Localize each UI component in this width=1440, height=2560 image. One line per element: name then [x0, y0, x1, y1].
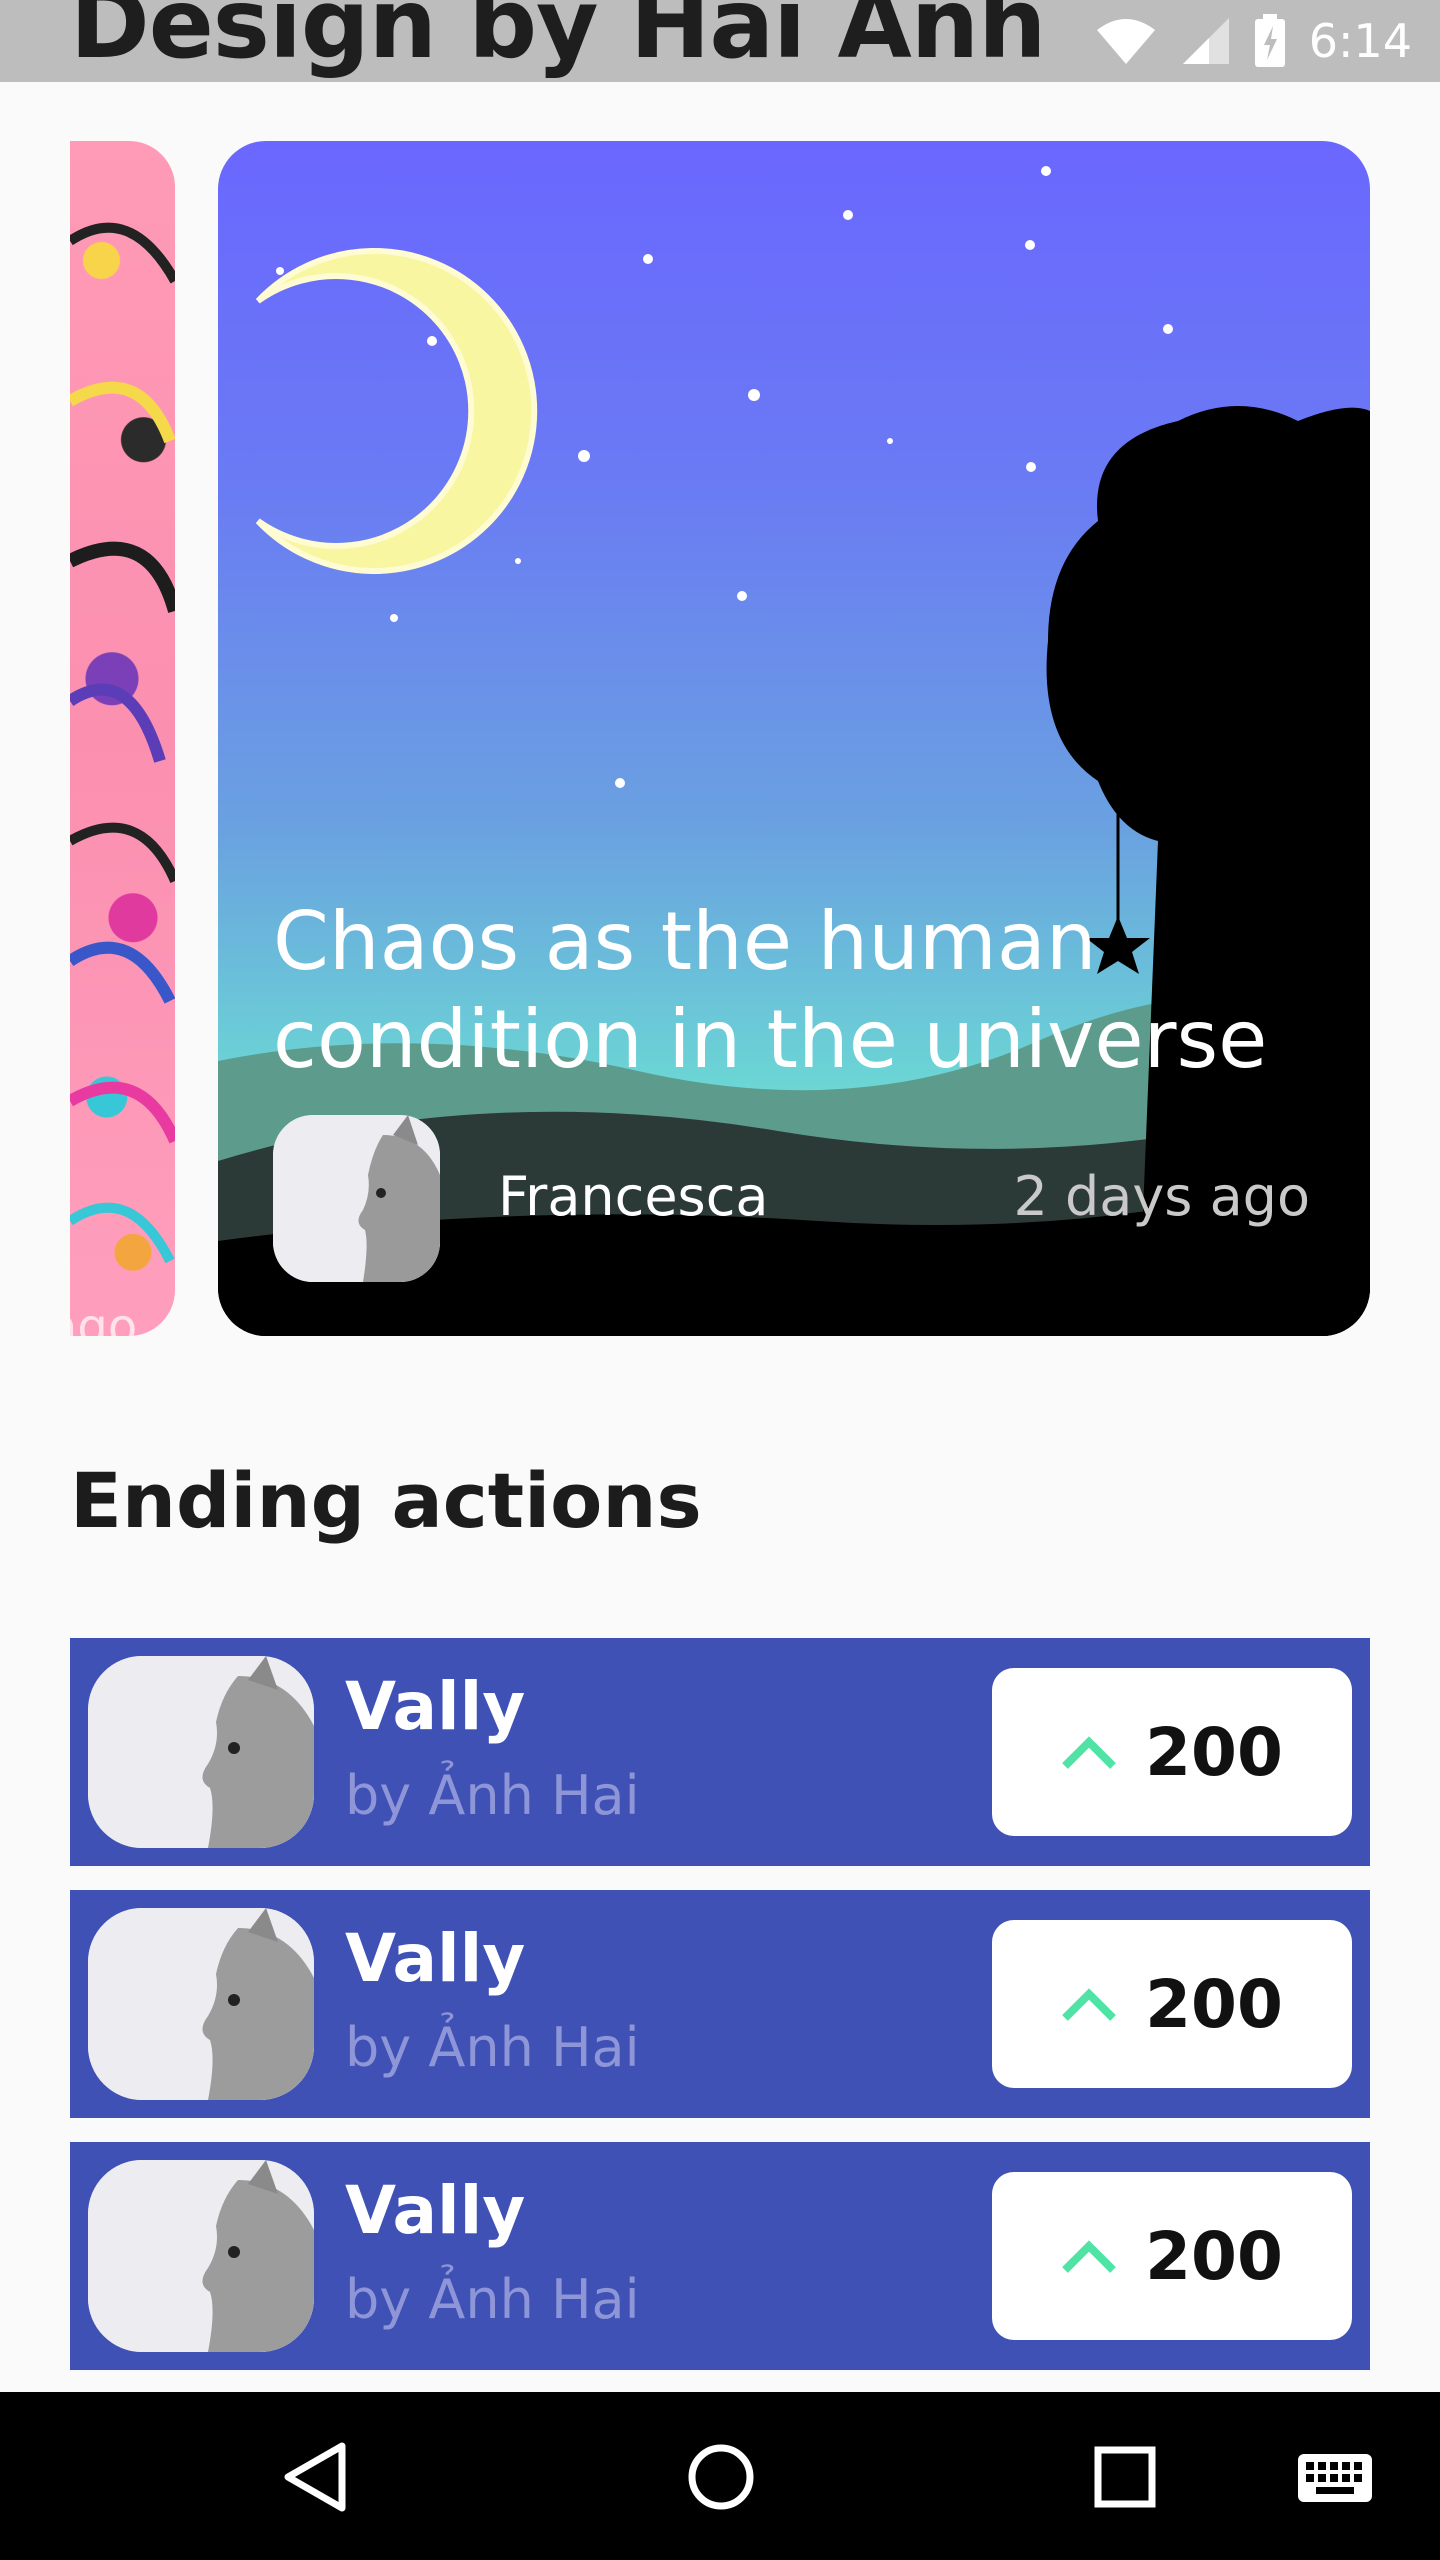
item-author: by Ảnh Hai	[345, 2268, 640, 2331]
item-author: by Ảnh Hai	[345, 2016, 640, 2079]
cat-photo	[88, 2160, 314, 2352]
cat-photo	[88, 1656, 314, 1848]
status-time: 6:14	[1308, 14, 1412, 68]
cat-photo	[273, 1115, 440, 1282]
floral-artwork	[70, 222, 175, 1264]
status-icons: 6:14	[1095, 14, 1412, 68]
upvote-button[interactable]: 200	[992, 2172, 1352, 2340]
keyboard-icon[interactable]	[1290, 2432, 1380, 2522]
cat-photo	[88, 1908, 314, 2100]
upvote-button[interactable]: 200	[992, 1668, 1352, 1836]
action-list: Vally by Ảnh Hai 200 Vally by Ảnh Hai 20…	[70, 1638, 1370, 2394]
chevron-up-icon	[1062, 1736, 1116, 1769]
wifi-icon	[1096, 19, 1155, 64]
status-bar: Design by Hai Anh 6:14	[0, 0, 1440, 82]
card-time: ago	[70, 1299, 138, 1336]
home-icon[interactable]	[676, 2432, 766, 2522]
carousel-card-previous[interactable]: ago	[70, 141, 175, 1336]
battery-icon	[1254, 14, 1285, 67]
list-item[interactable]: Vally by Ảnh Hai 200	[70, 1638, 1370, 1866]
card-time: 2 days ago	[1013, 1165, 1310, 1228]
section-title: Ending actions	[70, 1456, 702, 1545]
card-title: Chaos as the human condition in the univ…	[273, 895, 1268, 1086]
vote-count: 200	[1145, 1965, 1283, 2043]
chevron-up-icon	[1062, 1988, 1116, 2021]
list-item[interactable]: Vally by Ảnh Hai 200	[70, 1890, 1370, 2118]
carousel-card-featured[interactable]: Chaos as the human condition in the univ…	[218, 141, 1370, 1336]
vote-count: 200	[1145, 1713, 1283, 1791]
back-icon[interactable]	[270, 2432, 360, 2522]
item-title: Vally	[345, 2172, 526, 2249]
upvote-button[interactable]: 200	[992, 1920, 1352, 2088]
item-avatar	[88, 1656, 314, 1848]
list-item[interactable]: Vally by Ảnh Hai 200	[70, 2142, 1370, 2370]
item-avatar	[88, 1908, 314, 2100]
item-author: by Ảnh Hai	[345, 1764, 640, 1827]
navigation-bar	[0, 2392, 1440, 2560]
page-title: Design by Hai Anh	[70, 0, 1046, 80]
signal-icon	[1182, 18, 1229, 64]
item-title: Vally	[345, 1920, 526, 1997]
chevron-up-icon	[1062, 2240, 1116, 2273]
item-avatar	[88, 2160, 314, 2352]
item-title: Vally	[345, 1668, 526, 1745]
recents-icon[interactable]	[1080, 2432, 1170, 2522]
card-author[interactable]: Francesca	[498, 1165, 768, 1228]
author-avatar[interactable]	[273, 1115, 440, 1282]
vote-count: 200	[1145, 2217, 1283, 2295]
